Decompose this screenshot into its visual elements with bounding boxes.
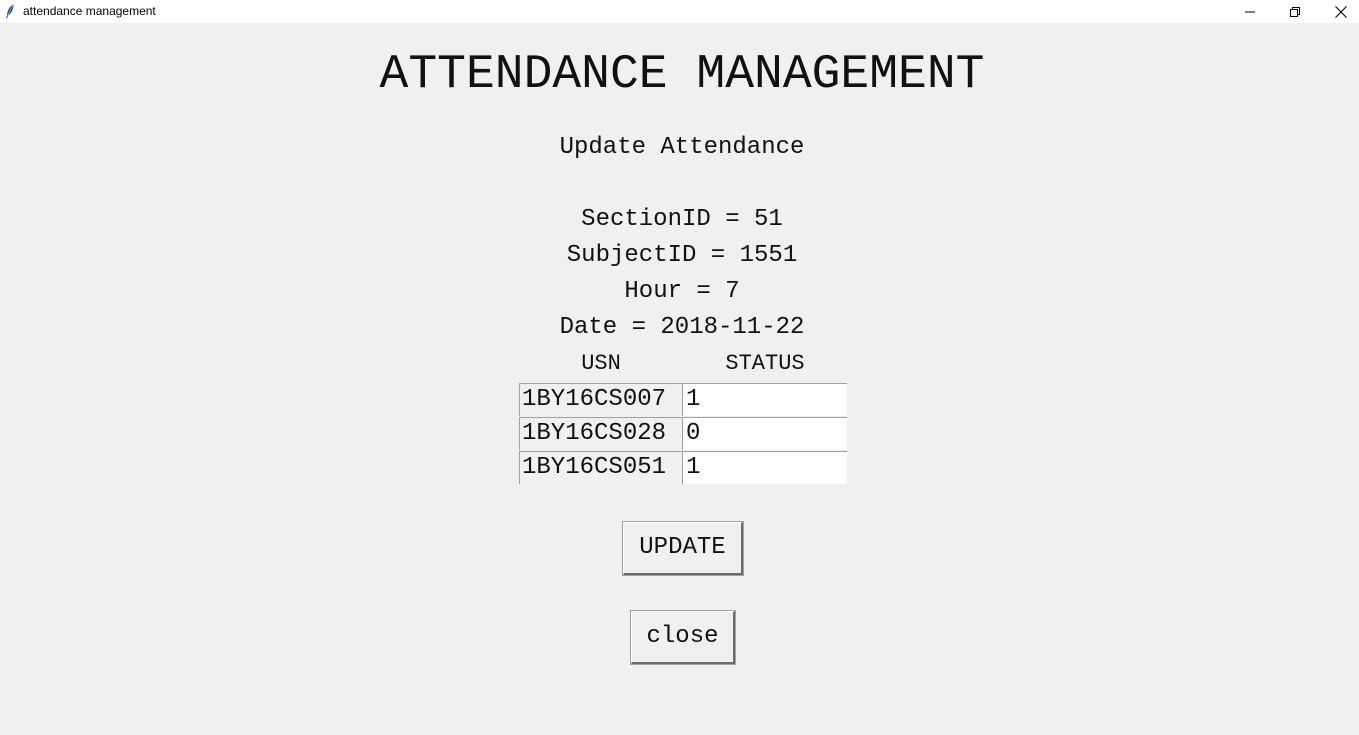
table-row: 1BY16CS028 0 xyxy=(519,417,847,451)
section-id-label: SectionID = 51 xyxy=(581,206,783,233)
title-bar[interactable]: attendance management xyxy=(0,0,1359,23)
window-title: attendance management xyxy=(23,4,156,18)
status-input[interactable]: 1 xyxy=(683,451,847,484)
close-window-button[interactable] xyxy=(1318,0,1359,23)
feather-icon xyxy=(5,4,15,19)
app-window: attendance management ATTENDANCE MANAGEM… xyxy=(0,0,1359,735)
attendance-table: 1BY16CS007 1 1BY16CS028 0 1BY16CS051 1 xyxy=(519,383,847,485)
page-subtitle: Update Attendance xyxy=(559,134,805,161)
date-label: Date = 2018-11-22 xyxy=(559,314,805,341)
subject-id-label: SubjectID = 1551 xyxy=(566,242,798,269)
restore-icon xyxy=(1290,6,1300,17)
status-input[interactable]: 1 xyxy=(683,383,847,416)
close-button[interactable]: close xyxy=(630,610,736,665)
minimize-button[interactable] xyxy=(1227,0,1273,23)
usn-cell: 1BY16CS028 xyxy=(519,417,683,450)
usn-cell: 1BY16CS007 xyxy=(519,383,683,416)
usn-column-header: USN xyxy=(581,351,621,376)
status-column-header: STATUS xyxy=(725,351,805,376)
hour-label: Hour = 7 xyxy=(624,278,740,305)
table-row: 1BY16CS007 1 xyxy=(519,383,847,417)
restore-button[interactable] xyxy=(1272,0,1318,23)
close-icon xyxy=(1335,5,1347,18)
table-row: 1BY16CS051 1 xyxy=(519,451,847,485)
status-input[interactable]: 0 xyxy=(683,417,847,450)
minimize-icon xyxy=(1245,7,1255,17)
update-button[interactable]: UPDATE xyxy=(622,521,744,576)
page-title: ATTENDANCE MANAGEMENT xyxy=(379,48,985,102)
usn-cell: 1BY16CS051 xyxy=(519,451,683,484)
